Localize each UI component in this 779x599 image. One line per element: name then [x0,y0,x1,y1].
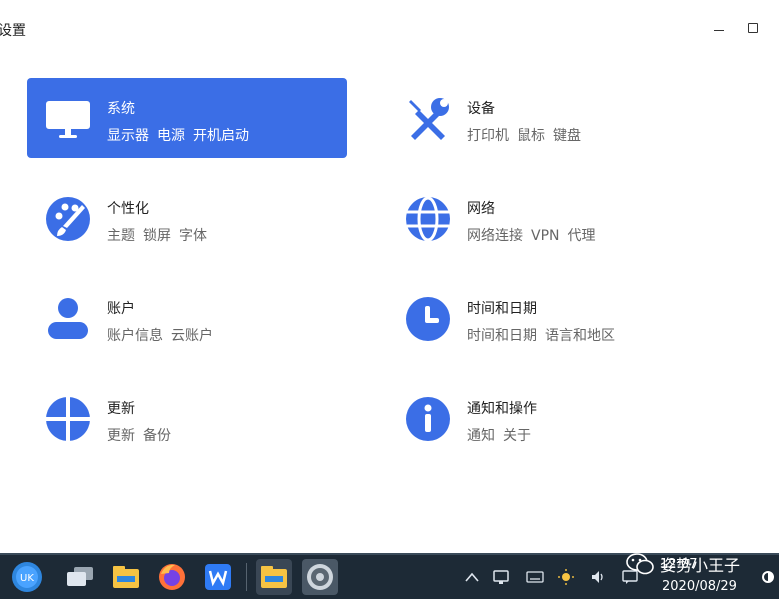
monitor-icon [45,96,91,142]
sub-link[interactable]: 显示器 [107,128,149,144]
firefox-icon [159,564,185,590]
category-subs: 显示器 电源 开机启动 [107,125,257,145]
sub-link[interactable]: VPN [531,228,560,244]
sub-link[interactable]: 备份 [143,428,171,444]
night-mode-tray-icon[interactable] [758,567,778,587]
file-manager-button[interactable] [108,559,144,595]
keyboard-tray-icon[interactable] [525,567,545,587]
user-icon [45,296,91,342]
wps-writer-icon [205,564,231,590]
watermark-text: 姿势小王子 [660,556,741,575]
category-personalization[interactable]: 个性化 主题 锁屏 字体 [27,178,347,258]
category-subs: 主题 锁屏 字体 [107,225,215,245]
folder-icon [261,566,287,588]
brightness-tray-icon[interactable] [556,567,576,587]
category-update[interactable]: 更新 更新 备份 [27,378,347,458]
title-bar: 设置 [0,0,779,56]
sub-link[interactable]: 锁屏 [143,228,171,244]
category-subs: 通知 关于 [467,425,539,445]
category-subs: 打印机 鼠标 键盘 [467,125,589,145]
folder-icon [113,566,139,588]
globe-icon [405,196,451,242]
category-notifications[interactable]: 通知和操作 通知 关于 [387,378,707,458]
volume-tray-icon[interactable] [588,567,608,587]
taskbar-separator [246,563,247,591]
wechat-watermark: 姿势小王子 [626,552,740,576]
sub-link[interactable]: 鼠标 [517,128,545,144]
sub-link[interactable]: 网络连接 [467,228,523,244]
maximize-button[interactable] [743,18,763,38]
sub-link[interactable]: 关于 [503,428,531,444]
multitask-view-button[interactable] [62,559,98,595]
clock-date[interactable]: 2020/08/29 [662,579,737,594]
update-icon [45,396,91,442]
sub-link[interactable]: 账户信息 [107,328,163,344]
category-name: 时间和日期 [467,301,537,317]
sub-link[interactable]: 字体 [179,228,207,244]
firefox-button[interactable] [154,559,190,595]
category-subs: 更新 备份 [107,425,179,445]
category-subs: 时间和日期 语言和地区 [467,325,623,345]
category-system[interactable]: 系统 显示器 电源 开机启动 [27,78,347,158]
start-menu-button[interactable]: UK [9,559,45,595]
sub-link[interactable]: 时间和日期 [467,328,537,344]
sub-link[interactable]: 键盘 [553,128,581,144]
minimize-button[interactable] [709,18,729,38]
category-accounts[interactable]: 账户 账户信息 云账户 [27,278,347,358]
info-icon [405,396,451,442]
category-name: 网络 [467,201,495,217]
network-tray-icon[interactable] [492,567,512,587]
sub-link[interactable]: 主题 [107,228,135,244]
category-network[interactable]: 网络 网络连接 VPN 代理 [387,178,707,258]
category-subs: 网络连接 VPN 代理 [467,225,604,245]
category-name: 通知和操作 [467,401,537,417]
wps-button[interactable] [200,559,236,595]
sub-link[interactable]: 更新 [107,428,135,444]
category-name: 系统 [107,101,135,117]
ukui-logo-icon: UK [12,562,42,592]
sub-link[interactable]: 语言和地区 [545,328,615,344]
sub-link[interactable]: 打印机 [467,128,509,144]
category-name: 个性化 [107,201,149,217]
file-manager-window-button[interactable] [256,559,292,595]
wechat-icon [626,553,654,575]
category-name: 更新 [107,401,135,417]
sub-link[interactable]: 电源 [157,128,185,144]
sub-link[interactable]: 代理 [568,228,596,244]
sub-link[interactable]: 开机启动 [193,128,249,144]
sub-link[interactable]: 通知 [467,428,495,444]
windows-stack-icon [67,567,93,586]
clock-icon [405,296,451,342]
tray-expand-icon[interactable] [462,567,482,587]
category-name: 设备 [467,101,495,117]
category-name: 账户 [107,301,135,317]
tools-icon [405,96,451,142]
gear-icon [307,564,333,590]
sub-link[interactable]: 云账户 [171,328,213,344]
palette-icon [45,196,91,242]
category-subs: 账户信息 云账户 [107,325,221,345]
svg-text:UK: UK [20,573,34,584]
window-title: 设置 [0,23,26,39]
category-devices[interactable]: 设备 打印机 鼠标 键盘 [387,78,707,158]
settings-window-button[interactable] [302,559,338,595]
category-datetime[interactable]: 时间和日期 时间和日期 语言和地区 [387,278,707,358]
